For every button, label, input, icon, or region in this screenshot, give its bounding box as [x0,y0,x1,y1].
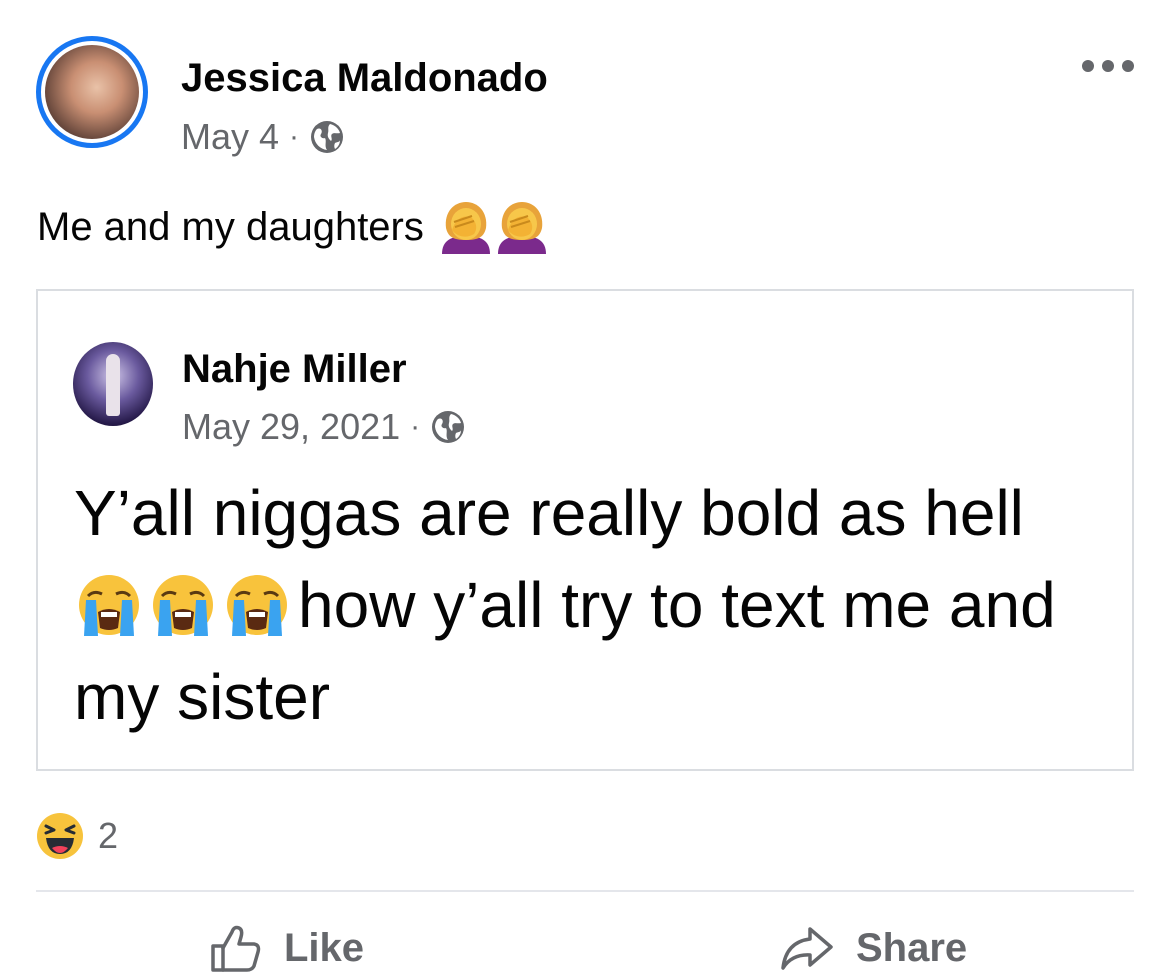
globe-icon [430,409,466,445]
haha-reaction-icon [37,813,83,859]
globe-icon [309,119,345,155]
loudly-crying-face-emoji [79,575,139,636]
shared-post-card[interactable]: Nahje Miller May 29, 2021 · Y’all niggas… [36,289,1134,771]
shared-author-name[interactable]: Nahje Miller [182,347,407,391]
woman-facepalming-emoji [441,202,490,254]
loudly-crying-face-emoji [227,575,287,636]
shared-text-line-2: how y’all try to text me and [74,559,1114,651]
reaction-summary[interactable]: 2 [36,812,118,860]
shared-post-text: Y’all niggas are really bold as hell how… [74,467,1114,743]
like-button[interactable]: Like [210,918,364,978]
shared-text-line-1: Y’all niggas are really bold as hell [74,477,1024,549]
post-date[interactable]: May 4 [181,116,279,158]
shared-post-date[interactable]: May 29, 2021 [182,406,400,448]
post-caption-text: Me and my daughters [37,205,424,249]
loudly-crying-face-emoji [153,575,213,636]
shared-post-meta: May 29, 2021 · [182,405,466,449]
thumbs-up-icon [210,924,262,972]
post-caption-emojis [438,200,550,254]
author-avatar[interactable] [36,36,148,148]
author-name[interactable]: Jessica Maldonado [181,56,548,100]
more-dot [1102,60,1114,72]
shared-text-emojis [74,570,296,640]
like-label: Like [284,925,365,970]
shared-text-line-2-text: how y’all try to text me and [298,569,1056,641]
share-button[interactable]: Share [780,918,967,978]
author-avatar-photo [45,45,139,139]
post-meta: May 4 · [181,116,345,158]
woman-facepalming-emoji [497,202,546,254]
more-dot [1122,60,1134,72]
post-caption: Me and my daughters [37,200,550,254]
meta-separator: · [289,120,300,153]
more-horizontal-icon[interactable] [1082,56,1134,76]
share-arrow-icon [780,925,834,971]
shared-author-avatar[interactable] [73,342,153,426]
meta-separator: · [410,410,421,443]
shared-text-line-3: my sister [74,661,330,733]
shared-avatar-figure [106,354,120,416]
action-divider [36,890,1134,892]
reaction-count: 2 [98,815,119,856]
share-label: Share [856,925,968,970]
more-dot [1082,60,1094,72]
